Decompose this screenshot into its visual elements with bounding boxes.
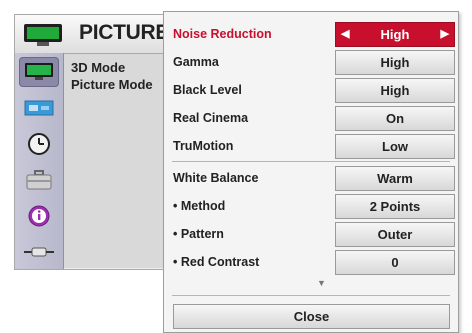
- picture-options-popup: Noise Reduction ◀ High ▶ Gamma High Blac…: [163, 11, 459, 333]
- category-column: [15, 53, 64, 269]
- scroll-down-icon[interactable]: ▼: [317, 278, 326, 288]
- option-label: Gamma: [173, 55, 219, 69]
- picture-menu-item-3d-mode[interactable]: 3D Mode: [71, 59, 153, 76]
- option-white-balance[interactable]: White Balance Warm: [164, 164, 458, 192]
- option-method[interactable]: • Method 2 Points: [164, 192, 458, 220]
- category-info[interactable]: [19, 201, 59, 231]
- option-value[interactable]: High: [335, 78, 455, 103]
- option-value[interactable]: 2 Points: [335, 194, 455, 219]
- screen-icon: [24, 100, 54, 116]
- clock-icon: [28, 133, 50, 155]
- category-screen[interactable]: [19, 93, 59, 123]
- picture-icon: [24, 24, 62, 46]
- option-value[interactable]: 0: [335, 250, 455, 275]
- option-label: • Pattern: [173, 227, 224, 241]
- option-real-cinema[interactable]: Real Cinema On: [164, 104, 458, 132]
- option-red-contrast[interactable]: • Red Contrast 0: [164, 248, 458, 276]
- option-value[interactable]: On: [335, 106, 455, 131]
- option-label: • Method: [173, 199, 226, 213]
- option-noise-reduction[interactable]: Noise Reduction ◀ High ▶: [164, 20, 458, 48]
- option-value[interactable]: Outer: [335, 222, 455, 247]
- option-value: High: [380, 27, 410, 42]
- option-label: Black Level: [173, 83, 242, 97]
- input-connector-icon: [24, 247, 54, 257]
- picture-menu-item-picture-mode[interactable]: Picture Mode: [71, 76, 153, 93]
- picture-menu-window: PICTURE 3D Mode Picture Mode: [14, 14, 186, 270]
- category-picture[interactable]: [19, 57, 59, 87]
- arrow-left-icon[interactable]: ◀: [341, 23, 349, 46]
- option-label: Real Cinema: [173, 111, 249, 125]
- option-label: TruMotion: [173, 139, 234, 153]
- category-input[interactable]: [19, 237, 59, 267]
- option-trumotion[interactable]: TruMotion Low: [164, 132, 458, 160]
- option-value[interactable]: Low: [335, 134, 455, 159]
- picture-menu-title: PICTURE: [79, 21, 170, 44]
- picture-icon: [25, 63, 53, 80]
- section-divider: [172, 161, 450, 162]
- option-label: Noise Reduction: [173, 27, 272, 41]
- picture-menu-items: 3D Mode Picture Mode: [71, 59, 153, 93]
- option-value[interactable]: High: [335, 50, 455, 75]
- option-black-level[interactable]: Black Level High: [164, 76, 458, 104]
- option-gamma[interactable]: Gamma High: [164, 48, 458, 76]
- option-value-selector[interactable]: ◀ High ▶: [335, 22, 455, 47]
- option-label: • Red Contrast: [173, 255, 260, 269]
- close-button[interactable]: Close: [173, 304, 450, 329]
- option-label: White Balance: [173, 171, 259, 185]
- picture-menu-title-bar: PICTURE: [15, 15, 185, 54]
- briefcase-icon: [26, 170, 52, 190]
- category-option[interactable]: [19, 165, 59, 195]
- option-pattern[interactable]: • Pattern Outer: [164, 220, 458, 248]
- info-icon: [28, 205, 50, 227]
- arrow-right-icon[interactable]: ▶: [441, 23, 449, 46]
- category-time[interactable]: [19, 129, 59, 159]
- section-divider: [172, 295, 450, 296]
- option-value[interactable]: Warm: [335, 166, 455, 191]
